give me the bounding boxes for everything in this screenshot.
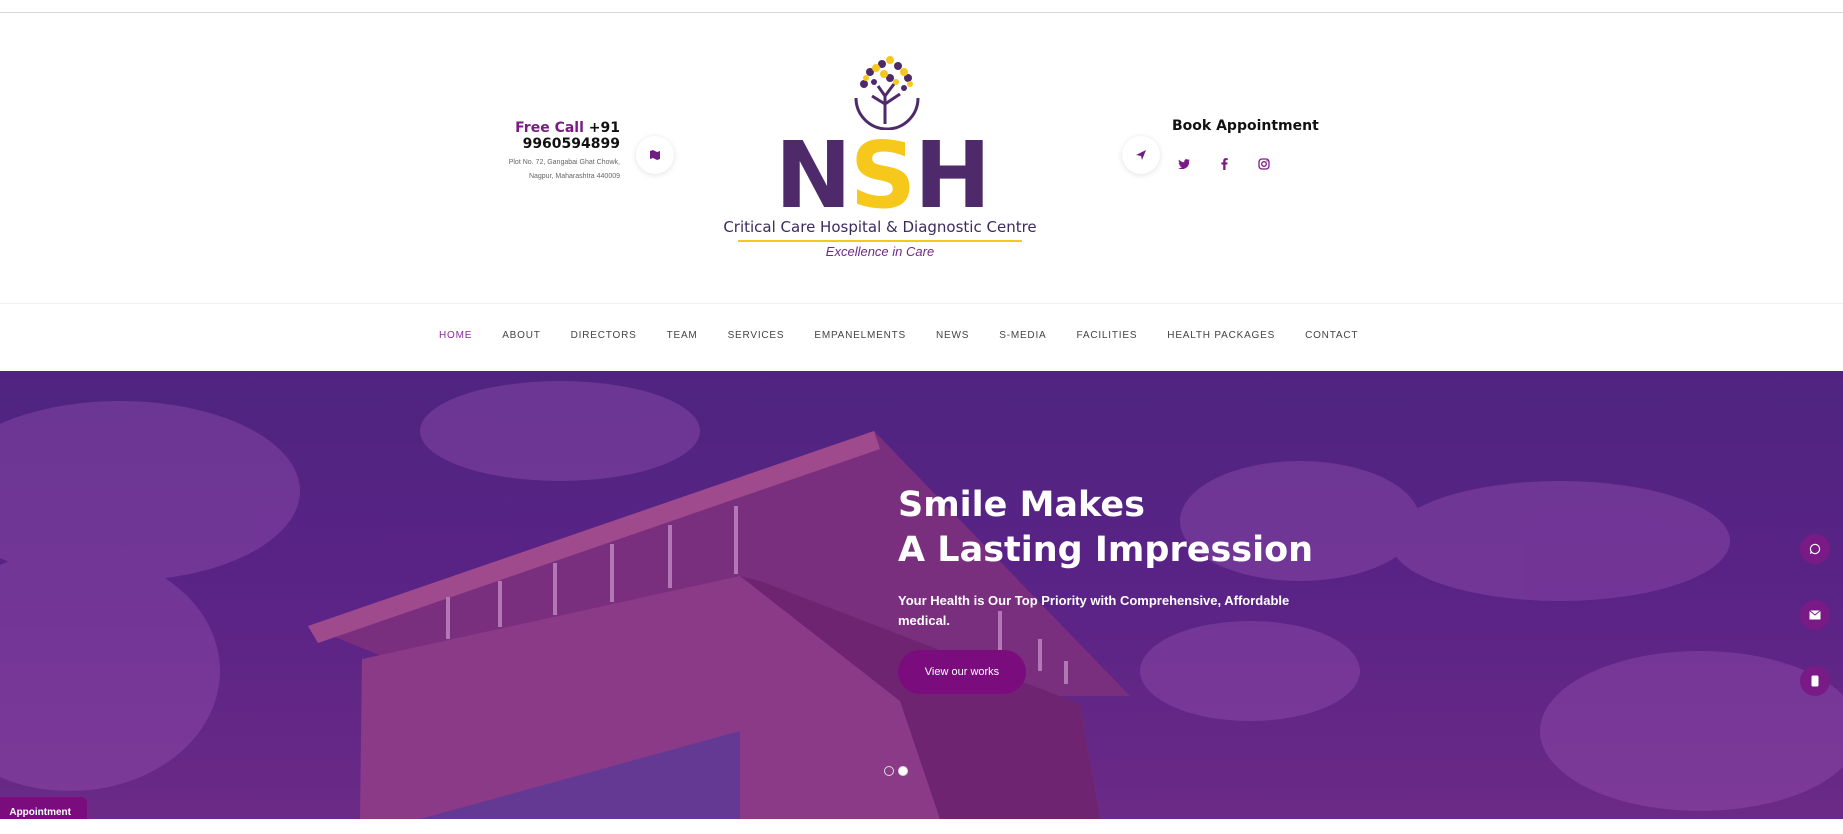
- tree-logo-icon: [848, 52, 926, 131]
- hero-subtitle-line-2: medical.: [898, 613, 951, 628]
- facebook-icon[interactable]: [1215, 155, 1233, 173]
- hero-subtitle: Your Health is Our Top Priority with Com…: [898, 591, 1358, 631]
- instagram-icon[interactable]: [1255, 155, 1273, 173]
- whatsapp-icon[interactable]: [1800, 534, 1830, 564]
- nav-item-directors[interactable]: DIRECTORS: [571, 330, 637, 341]
- hero-slider: Smile Makes A Lasting Impression Your He…: [0, 371, 1843, 819]
- logo-underline: [738, 240, 1022, 242]
- nav-item-services[interactable]: SERVICES: [728, 330, 785, 341]
- phone-icon[interactable]: [1800, 666, 1830, 696]
- nav-item-news[interactable]: NEWS: [936, 330, 969, 341]
- address: Plot No. 72, Gangabai Ghat Chowk, Nagpur…: [420, 156, 620, 184]
- nav-item-health-packages[interactable]: HEALTH PACKAGES: [1167, 330, 1275, 341]
- nav-item-about[interactable]: ABOUT: [502, 330, 540, 341]
- contact-info: Free Call +91 9960594899 Plot No. 72, Ga…: [420, 120, 620, 184]
- logo-letter-s: S: [849, 122, 916, 229]
- slide-dot-1[interactable]: [884, 766, 894, 776]
- nav-item-team[interactable]: TEAM: [667, 330, 698, 341]
- site-logo[interactable]: NSH Critical Care Hospital & Diagnostic …: [700, 52, 1060, 262]
- hero-title: Smile Makes A Lasting Impression: [898, 483, 1313, 573]
- logo-letter-n: N: [774, 122, 852, 229]
- hero-title-line-2: A Lasting Impression: [898, 530, 1314, 570]
- map-icon[interactable]: [636, 136, 674, 174]
- logo-tagline: Excellence in Care: [825, 244, 935, 259]
- nav-item-contact[interactable]: CONTACT: [1305, 330, 1358, 341]
- slide-dot-2[interactable]: [898, 766, 908, 776]
- book-appointment-link[interactable]: Book Appointment: [1172, 118, 1319, 134]
- nav-item-facilities[interactable]: FACILITIES: [1077, 330, 1138, 341]
- twitter-icon[interactable]: [1175, 155, 1193, 173]
- logo-wordmark: NSH: [762, 130, 1002, 222]
- logo-letter-h: H: [914, 122, 991, 229]
- slider-pagination: [884, 766, 908, 776]
- address-line-2: Nagpur, Maharashtra 440009: [528, 173, 620, 180]
- nav-item-s-media[interactable]: S-MEDIA: [999, 330, 1046, 341]
- logo-subtitle: Critical Care Hospital & Diagnostic Cent…: [723, 218, 1037, 236]
- hero-title-line-1: Smile Makes: [898, 485, 1145, 525]
- nav-item-home[interactable]: HOME: [439, 330, 472, 341]
- free-call-label: Free Call: [515, 120, 584, 136]
- mail-icon[interactable]: [1800, 600, 1830, 630]
- address-line-1: Plot No. 72, Gangabai Ghat Chowk,: [508, 159, 620, 166]
- nav-item-empanelments[interactable]: EMPANELMENTS: [814, 330, 906, 341]
- view-our-works-button[interactable]: View our works: [898, 650, 1026, 694]
- nav-menu: HOME ABOUT DIRECTORS TEAM SERVICES EMPAN…: [439, 330, 1388, 341]
- free-call-line[interactable]: Free Call +91 9960594899: [420, 120, 620, 152]
- page-bottom: [0, 819, 1843, 834]
- hero-subtitle-line-1: Your Health is Our Top Priority with Com…: [898, 593, 1290, 608]
- main-navigation: HOME ABOUT DIRECTORS TEAM SERVICES EMPAN…: [0, 303, 1843, 371]
- send-icon[interactable]: [1122, 136, 1160, 174]
- social-links: [1175, 155, 1273, 173]
